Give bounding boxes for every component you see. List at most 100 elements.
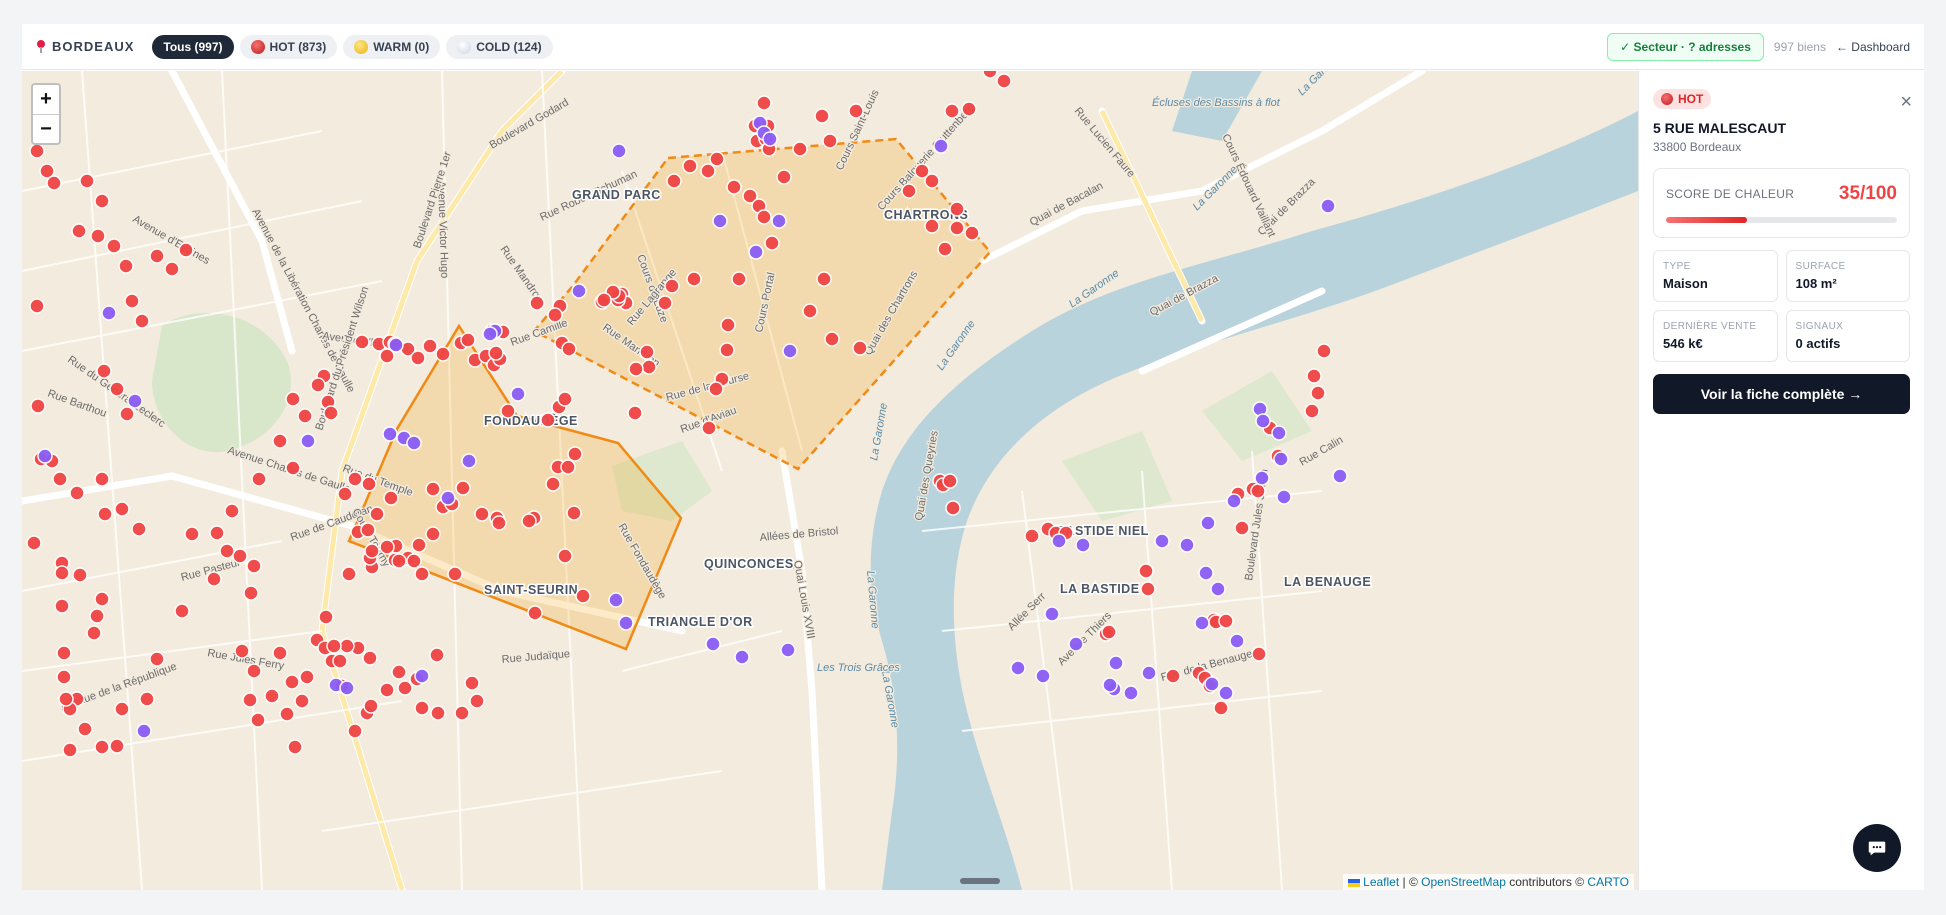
hot-marker[interactable] — [848, 103, 864, 119]
cold-marker[interactable] — [1226, 493, 1242, 509]
hot-marker[interactable] — [764, 235, 780, 251]
hot-marker[interactable] — [361, 476, 377, 492]
hot-marker[interactable] — [79, 173, 95, 189]
cold-marker[interactable] — [1102, 677, 1118, 693]
hot-marker[interactable] — [641, 359, 657, 375]
hot-marker[interactable] — [114, 501, 130, 517]
cold-marker[interactable] — [1255, 413, 1271, 429]
leaflet-link[interactable]: Leaflet — [1363, 875, 1399, 889]
cold-marker[interactable] — [618, 615, 634, 631]
hot-marker[interactable] — [118, 258, 134, 274]
cold-marker[interactable] — [771, 213, 787, 229]
hot-marker[interactable] — [488, 345, 504, 361]
hot-marker[interactable] — [425, 481, 441, 497]
hot-marker[interactable] — [1234, 520, 1250, 536]
hot-marker[interactable] — [701, 420, 717, 436]
hot-marker[interactable] — [134, 313, 150, 329]
hot-marker[interactable] — [369, 506, 385, 522]
hot-marker[interactable] — [391, 553, 407, 569]
cold-marker[interactable] — [461, 453, 477, 469]
hot-marker[interactable] — [287, 739, 303, 755]
hot-marker[interactable] — [1101, 624, 1117, 640]
hot-marker[interactable] — [26, 535, 42, 551]
hot-marker[interactable] — [318, 609, 334, 625]
cold-marker[interactable] — [406, 435, 422, 451]
hot-marker[interactable] — [1250, 483, 1266, 499]
zoom-in-button[interactable]: + — [33, 85, 59, 114]
hot-marker[interactable] — [364, 543, 380, 559]
hot-marker[interactable] — [435, 346, 451, 362]
hot-marker[interactable] — [383, 490, 399, 506]
hot-marker[interactable] — [54, 598, 70, 614]
hot-marker[interactable] — [94, 471, 110, 487]
cold-marker[interactable] — [780, 642, 796, 658]
hot-marker[interactable] — [429, 647, 445, 663]
hot-marker[interactable] — [824, 331, 840, 347]
hot-marker[interactable] — [557, 548, 573, 564]
cold-marker[interactable] — [1271, 425, 1287, 441]
hot-marker[interactable] — [430, 705, 446, 721]
hot-marker[interactable] — [69, 485, 85, 501]
hot-marker[interactable] — [250, 712, 266, 728]
hot-marker[interactable] — [72, 567, 88, 583]
carto-link[interactable]: CARTO — [1587, 875, 1629, 889]
close-icon[interactable]: × — [1900, 91, 1912, 114]
hot-marker[interactable] — [561, 341, 577, 357]
hot-marker[interactable] — [209, 525, 225, 541]
cold-marker[interactable] — [1035, 668, 1051, 684]
hot-marker[interactable] — [106, 238, 122, 254]
hot-marker[interactable] — [460, 332, 476, 348]
hot-marker[interactable] — [94, 591, 110, 607]
hot-marker[interactable] — [822, 133, 838, 149]
cold-marker[interactable] — [611, 143, 627, 159]
hot-marker[interactable] — [628, 361, 644, 377]
cold-marker[interactable] — [748, 244, 764, 260]
hot-marker[interactable] — [219, 543, 235, 559]
hot-marker[interactable] — [414, 566, 430, 582]
hot-marker[interactable] — [1251, 646, 1267, 662]
hot-marker[interactable] — [58, 691, 74, 707]
hot-marker[interactable] — [326, 638, 342, 654]
cold-marker[interactable] — [1154, 533, 1170, 549]
hot-marker[interactable] — [139, 691, 155, 707]
hot-marker[interactable] — [527, 605, 543, 621]
hot-marker[interactable] — [354, 334, 370, 350]
hot-marker[interactable] — [149, 651, 165, 667]
hot-marker[interactable] — [682, 158, 698, 174]
hot-marker[interactable] — [284, 674, 300, 690]
hot-marker[interactable] — [410, 350, 426, 366]
hot-marker[interactable] — [411, 537, 427, 553]
hot-marker[interactable] — [285, 460, 301, 476]
cold-marker[interactable] — [1108, 655, 1124, 671]
hot-marker[interactable] — [77, 721, 93, 737]
hot-marker[interactable] — [709, 151, 725, 167]
hot-marker[interactable] — [901, 183, 917, 199]
hot-marker[interactable] — [332, 653, 348, 669]
hot-marker[interactable] — [547, 307, 563, 323]
cold-marker[interactable] — [1051, 533, 1067, 549]
cold-marker[interactable] — [1218, 685, 1234, 701]
hot-marker[interactable] — [945, 500, 961, 516]
hot-marker[interactable] — [279, 706, 295, 722]
hot-marker[interactable] — [814, 108, 830, 124]
hot-marker[interactable] — [1140, 581, 1156, 597]
hot-marker[interactable] — [62, 742, 78, 758]
hot-marker[interactable] — [272, 433, 288, 449]
hot-marker[interactable] — [406, 553, 422, 569]
hot-marker[interactable] — [285, 391, 301, 407]
hot-marker[interactable] — [560, 459, 576, 475]
hot-marker[interactable] — [29, 298, 45, 314]
hot-marker[interactable] — [1218, 613, 1234, 629]
hot-marker[interactable] — [94, 739, 110, 755]
cold-marker[interactable] — [1210, 581, 1226, 597]
hot-marker[interactable] — [666, 173, 682, 189]
hot-marker[interactable] — [184, 526, 200, 542]
hot-marker[interactable] — [521, 513, 537, 529]
hot-marker[interactable] — [500, 403, 516, 419]
hot-marker[interactable] — [379, 539, 395, 555]
hot-marker[interactable] — [1316, 343, 1332, 359]
cold-marker[interactable] — [1198, 565, 1214, 581]
cold-marker[interactable] — [1179, 537, 1195, 553]
hot-marker[interactable] — [575, 588, 591, 604]
hot-marker[interactable] — [119, 406, 135, 422]
